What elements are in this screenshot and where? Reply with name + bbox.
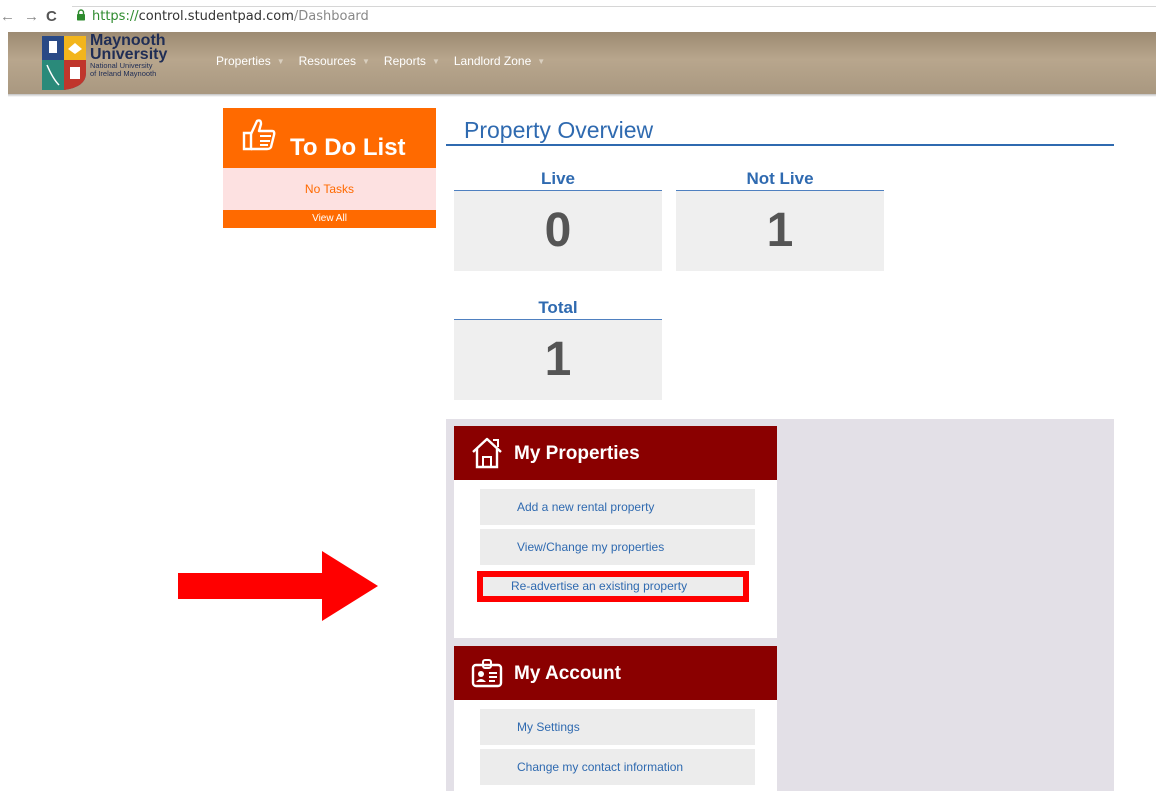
menu-item-resources[interactable]: Resources ▼ (299, 54, 370, 68)
annotation-arrow-icon (178, 551, 378, 621)
stat-not-live-label: Not Live (676, 169, 884, 191)
stat-live-value: 0 (454, 191, 662, 271)
caret-down-icon: ▼ (431, 57, 440, 66)
menu-item-properties[interactable]: Properties ▼ (216, 54, 285, 68)
browser-toolbar: ← → C https://control.studentpad.com/Das… (0, 0, 1156, 32)
menu-item-landlord-zone[interactable]: Landlord Zone ▼ (454, 54, 545, 68)
brand-line-4: of Ireland Maynooth (90, 69, 157, 78)
thumbs-up-icon (242, 119, 276, 151)
caret-down-icon: ▼ (361, 57, 370, 66)
re-advertise-property-link[interactable]: Re-advertise an existing property (477, 571, 749, 602)
menu-item-label: Properties (216, 54, 271, 68)
todo-header: To Do List (223, 108, 436, 168)
menu-item-label: Reports (383, 54, 426, 68)
stat-total-label: Total (454, 298, 662, 320)
todo-widget: To Do List No Tasks View All (223, 108, 436, 228)
todo-title: To Do List (290, 134, 406, 161)
menu-item-reports[interactable]: Reports ▼ (384, 54, 440, 68)
stat-total-value: 1 (454, 320, 662, 400)
my-settings-link[interactable]: My Settings (480, 709, 755, 745)
url-path: /Dashboard (293, 9, 369, 24)
change-contact-info-link[interactable]: Change my contact information (480, 749, 755, 785)
university-brand: Maynooth University National University … (90, 33, 168, 78)
forward-arrow-icon[interactable]: → (24, 9, 39, 25)
main-menu: Properties ▼ Resources ▼ Reports ▼ Landlord… (216, 54, 559, 68)
reload-icon[interactable]: C (46, 9, 57, 25)
my-account-header: My Account (454, 646, 777, 700)
university-crest-logo[interactable] (41, 35, 87, 91)
re-advertise-property-label: Re-advertise an existing property (483, 577, 743, 596)
url-host: control.studentpad.com (138, 9, 294, 24)
stat-total[interactable]: Total 1 (454, 298, 662, 400)
add-rental-property-link[interactable]: Add a new rental property (480, 489, 755, 525)
property-overview-title: Property Overview (464, 117, 654, 143)
my-account-title: My Account (514, 663, 621, 684)
caret-down-icon: ▼ (276, 57, 285, 66)
back-arrow-icon[interactable]: ← (0, 9, 15, 25)
my-properties-panel: My Properties Add a new rental property … (454, 426, 777, 638)
my-properties-title: My Properties (514, 443, 640, 464)
id-card-icon (471, 659, 503, 688)
overview-divider (446, 144, 1114, 146)
brand-line-2: University (90, 46, 168, 63)
url-scheme: https:// (92, 9, 139, 24)
house-icon (472, 437, 502, 469)
address-url[interactable]: https://control.studentpad.com/Dashboard (92, 10, 369, 24)
my-account-panel: My Account My Settings Change my contact… (454, 646, 777, 791)
lock-icon (77, 9, 85, 21)
site-navbar: Maynooth University National University … (8, 32, 1156, 97)
view-change-properties-link[interactable]: View/Change my properties (480, 529, 755, 565)
stat-not-live-value: 1 (676, 191, 884, 271)
stat-live[interactable]: Live 0 (454, 169, 662, 271)
menu-item-label: Resources (298, 54, 356, 68)
stat-not-live[interactable]: Not Live 1 (676, 169, 884, 271)
stat-live-label: Live (454, 169, 662, 191)
menu-item-label: Landlord Zone (453, 54, 532, 68)
my-properties-header: My Properties (454, 426, 777, 480)
todo-empty-message: No Tasks (223, 168, 436, 210)
caret-down-icon: ▼ (537, 57, 546, 66)
view-all-button[interactable]: View All (223, 210, 436, 228)
